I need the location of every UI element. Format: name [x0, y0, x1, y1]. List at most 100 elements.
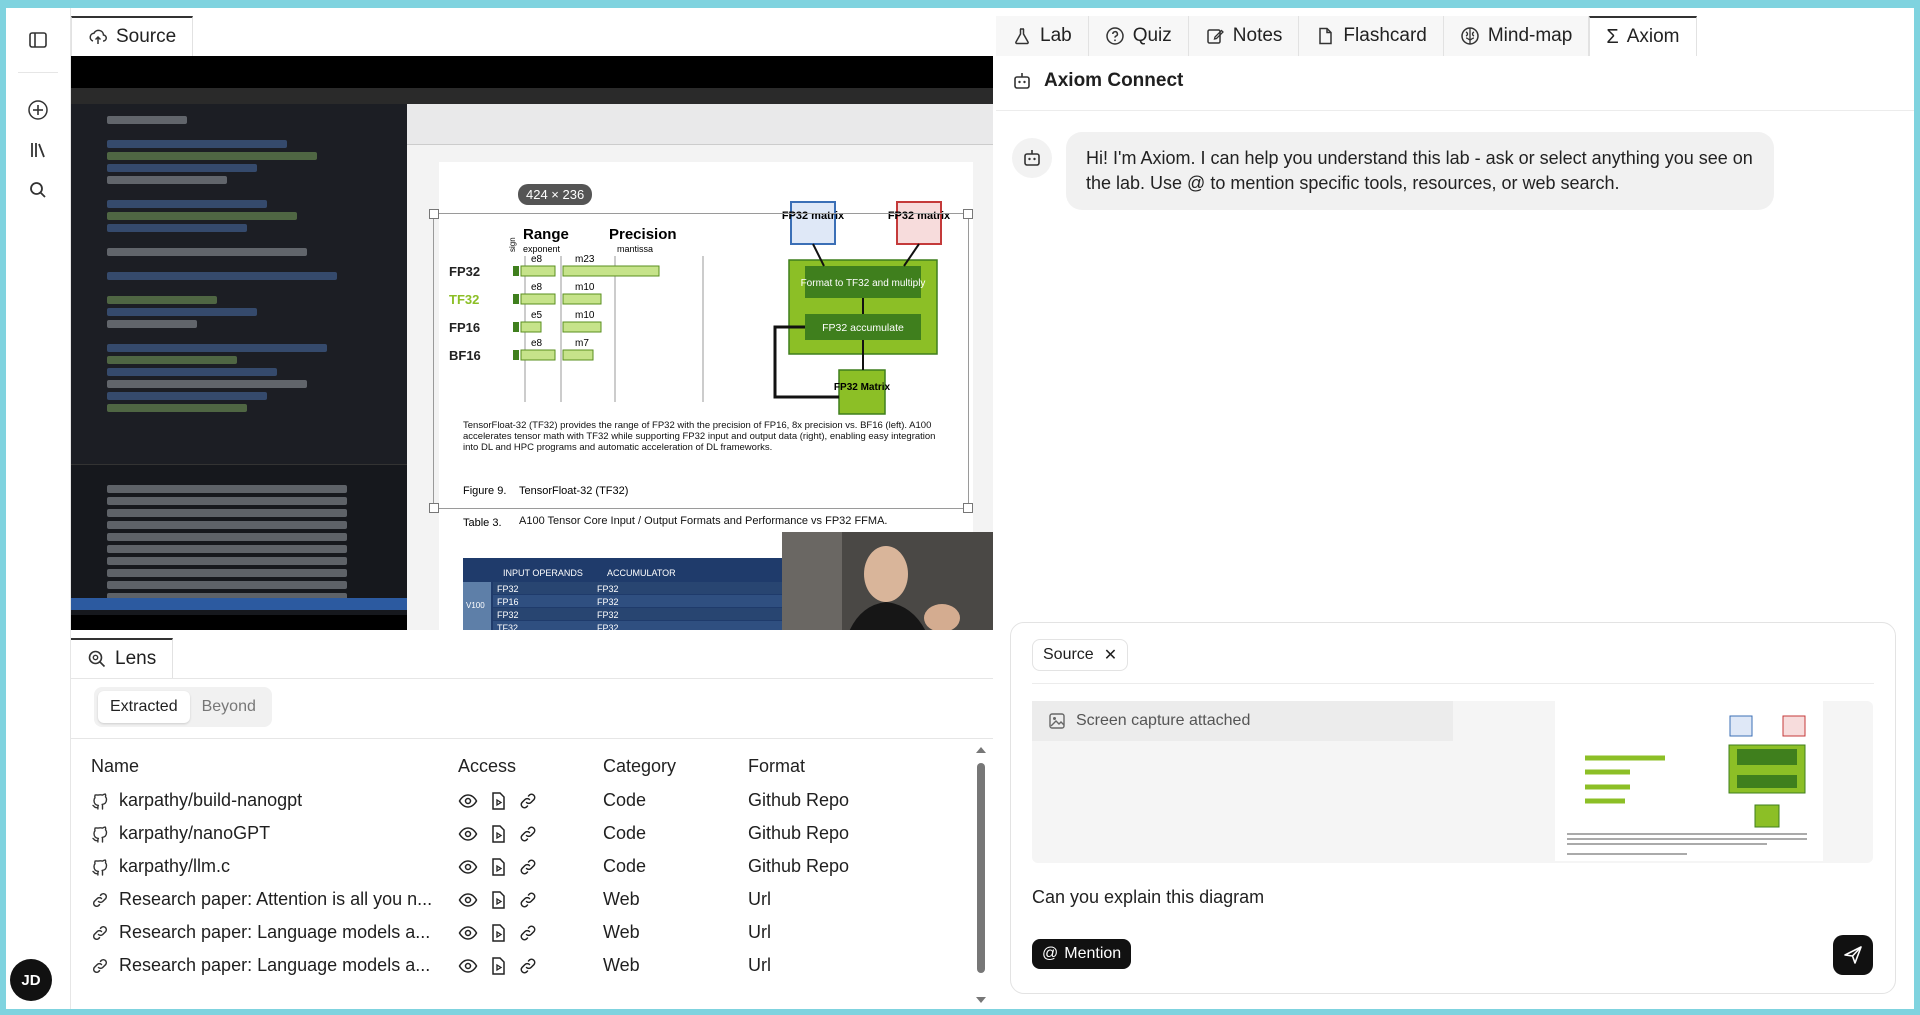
search-icon[interactable] [18, 170, 58, 210]
avatar[interactable]: JD [10, 959, 52, 1001]
format-cell: Url [748, 922, 771, 942]
tab-quiz[interactable]: Quiz [1088, 16, 1189, 56]
tab-notes[interactable]: Notes [1188, 16, 1300, 56]
link-icon[interactable] [518, 923, 538, 943]
name-cell: karpathy/build-nanogpt [91, 790, 441, 811]
brain-icon [1461, 27, 1479, 45]
resource-name[interactable]: Research paper: Language models a... [119, 955, 430, 976]
axiom-divider [996, 110, 1914, 111]
figure-title: TensorFloat-32 (TF32) [519, 485, 628, 497]
context-chip: Source ✕ [1032, 639, 1129, 671]
table-row-bg [493, 621, 783, 630]
sign-bit [513, 322, 519, 332]
eye-icon[interactable] [458, 923, 478, 943]
tab-flashcard[interactable]: Flashcard [1299, 16, 1444, 56]
format-cell: Url [748, 889, 771, 909]
note-edit-icon [1207, 29, 1224, 44]
lens-tab[interactable]: Lens [71, 638, 174, 678]
table-cell: FP32 [597, 584, 619, 594]
format-multiply-label: Format to TF32 and multiply [801, 278, 926, 289]
close-icon[interactable]: ✕ [1104, 645, 1117, 665]
access-cell [458, 923, 538, 943]
plus-icon[interactable] [18, 90, 58, 130]
lens-scrollbar[interactable] [974, 741, 988, 1009]
name-cell: Research paper: Language models a... [91, 955, 441, 976]
link-icon[interactable] [518, 824, 538, 844]
resource-name[interactable]: Research paper: Language models a... [119, 922, 430, 943]
video-player[interactable]: Range exponent Precision mantissa sign F… [71, 56, 993, 630]
document-play-icon[interactable] [488, 824, 508, 844]
eye-icon[interactable] [458, 890, 478, 910]
segment-extracted[interactable]: Extracted [98, 691, 190, 723]
format-name: FP32 [449, 264, 480, 279]
table-row-bg [493, 582, 783, 594]
exponent-label: e8 [531, 338, 543, 349]
column-header-access: Access [458, 756, 517, 776]
link-icon[interactable] [518, 956, 538, 976]
scroll-thumb[interactable] [977, 763, 985, 973]
resource-name[interactable]: Research paper: Attention is all you n..… [119, 889, 432, 910]
sigma-icon: Σ [1606, 25, 1619, 48]
table-row-bg [493, 608, 783, 620]
send-button[interactable] [1833, 935, 1873, 975]
message-input[interactable]: Can you explain this diagram [1032, 887, 1264, 908]
table-cell: FP32 [597, 610, 619, 620]
exponent-label: e8 [531, 282, 543, 293]
eye-icon[interactable] [458, 956, 478, 976]
document-play-icon[interactable] [488, 923, 508, 943]
format-name: FP16 [449, 320, 480, 335]
tab-source[interactable]: Source [71, 16, 194, 56]
rail-divider [18, 72, 58, 73]
axiom-header: Axiom Connect [1012, 70, 1183, 92]
resource-name[interactable]: karpathy/llm.c [119, 856, 230, 877]
eye-icon[interactable] [458, 824, 478, 844]
format-cell: Github Repo [748, 823, 850, 843]
attachment-label: Screen capture attached [1076, 712, 1251, 729]
precision-sub-label: mantissa [617, 244, 653, 254]
link-icon[interactable] [518, 791, 538, 811]
tab-lab[interactable]: Lab [996, 16, 1089, 56]
lens-search-icon [88, 650, 106, 668]
eye-icon[interactable] [458, 857, 478, 877]
link-icon[interactable] [518, 857, 538, 877]
mac-menu-bar [71, 88, 993, 104]
axiom-title: Axiom Connect [1044, 70, 1184, 91]
chat-composer: Source ✕ Screen capture attached Can you… [1010, 622, 1896, 994]
category-cell: Code [603, 790, 647, 810]
lens-divider [71, 738, 993, 739]
exponent-bits [520, 293, 556, 305]
github-icon [91, 792, 109, 810]
sidebar-toggle-icon[interactable] [18, 20, 58, 60]
screen-capture-thumbnail[interactable] [1555, 701, 1823, 861]
tab-label: Mind-map [1487, 25, 1573, 46]
exponent-bits [520, 349, 556, 361]
document-play-icon[interactable] [488, 857, 508, 877]
code-editor-screenshot [71, 104, 407, 615]
browser-toolbar [407, 104, 993, 145]
mantissa-bits [562, 293, 602, 305]
document-play-icon[interactable] [488, 890, 508, 910]
segment-beyond[interactable]: Beyond [190, 691, 268, 723]
github-icon [91, 825, 109, 843]
figure-number: Figure 9. [463, 485, 506, 497]
card-icon [1319, 27, 1333, 45]
github-icon [91, 858, 109, 876]
resource-name[interactable]: karpathy/nanoGPT [119, 823, 270, 844]
exponent-bits [520, 265, 556, 277]
link-icon[interactable] [518, 890, 538, 910]
range-label: Range [523, 226, 569, 243]
document-play-icon[interactable] [488, 791, 508, 811]
table-row-bg [493, 595, 783, 607]
resource-name[interactable]: karpathy/build-nanogpt [119, 790, 302, 811]
mention-button[interactable]: @ Mention [1032, 939, 1132, 969]
table-row[interactable]: Research paper: Language models a... Web U… [71, 946, 971, 986]
mantissa-bits [562, 265, 660, 277]
tab-axiom[interactable]: Σ Axiom [1589, 16, 1697, 56]
category-cell: Code [603, 856, 647, 876]
document-play-icon[interactable] [488, 956, 508, 976]
eye-icon[interactable] [458, 791, 478, 811]
attachment-label-bar: Screen capture attached [1032, 701, 1453, 741]
fp32-accumulate-label: FP32 accumulate [822, 322, 904, 334]
tab-mind-map[interactable]: Mind-map [1443, 16, 1590, 56]
library-icon[interactable] [18, 130, 58, 170]
